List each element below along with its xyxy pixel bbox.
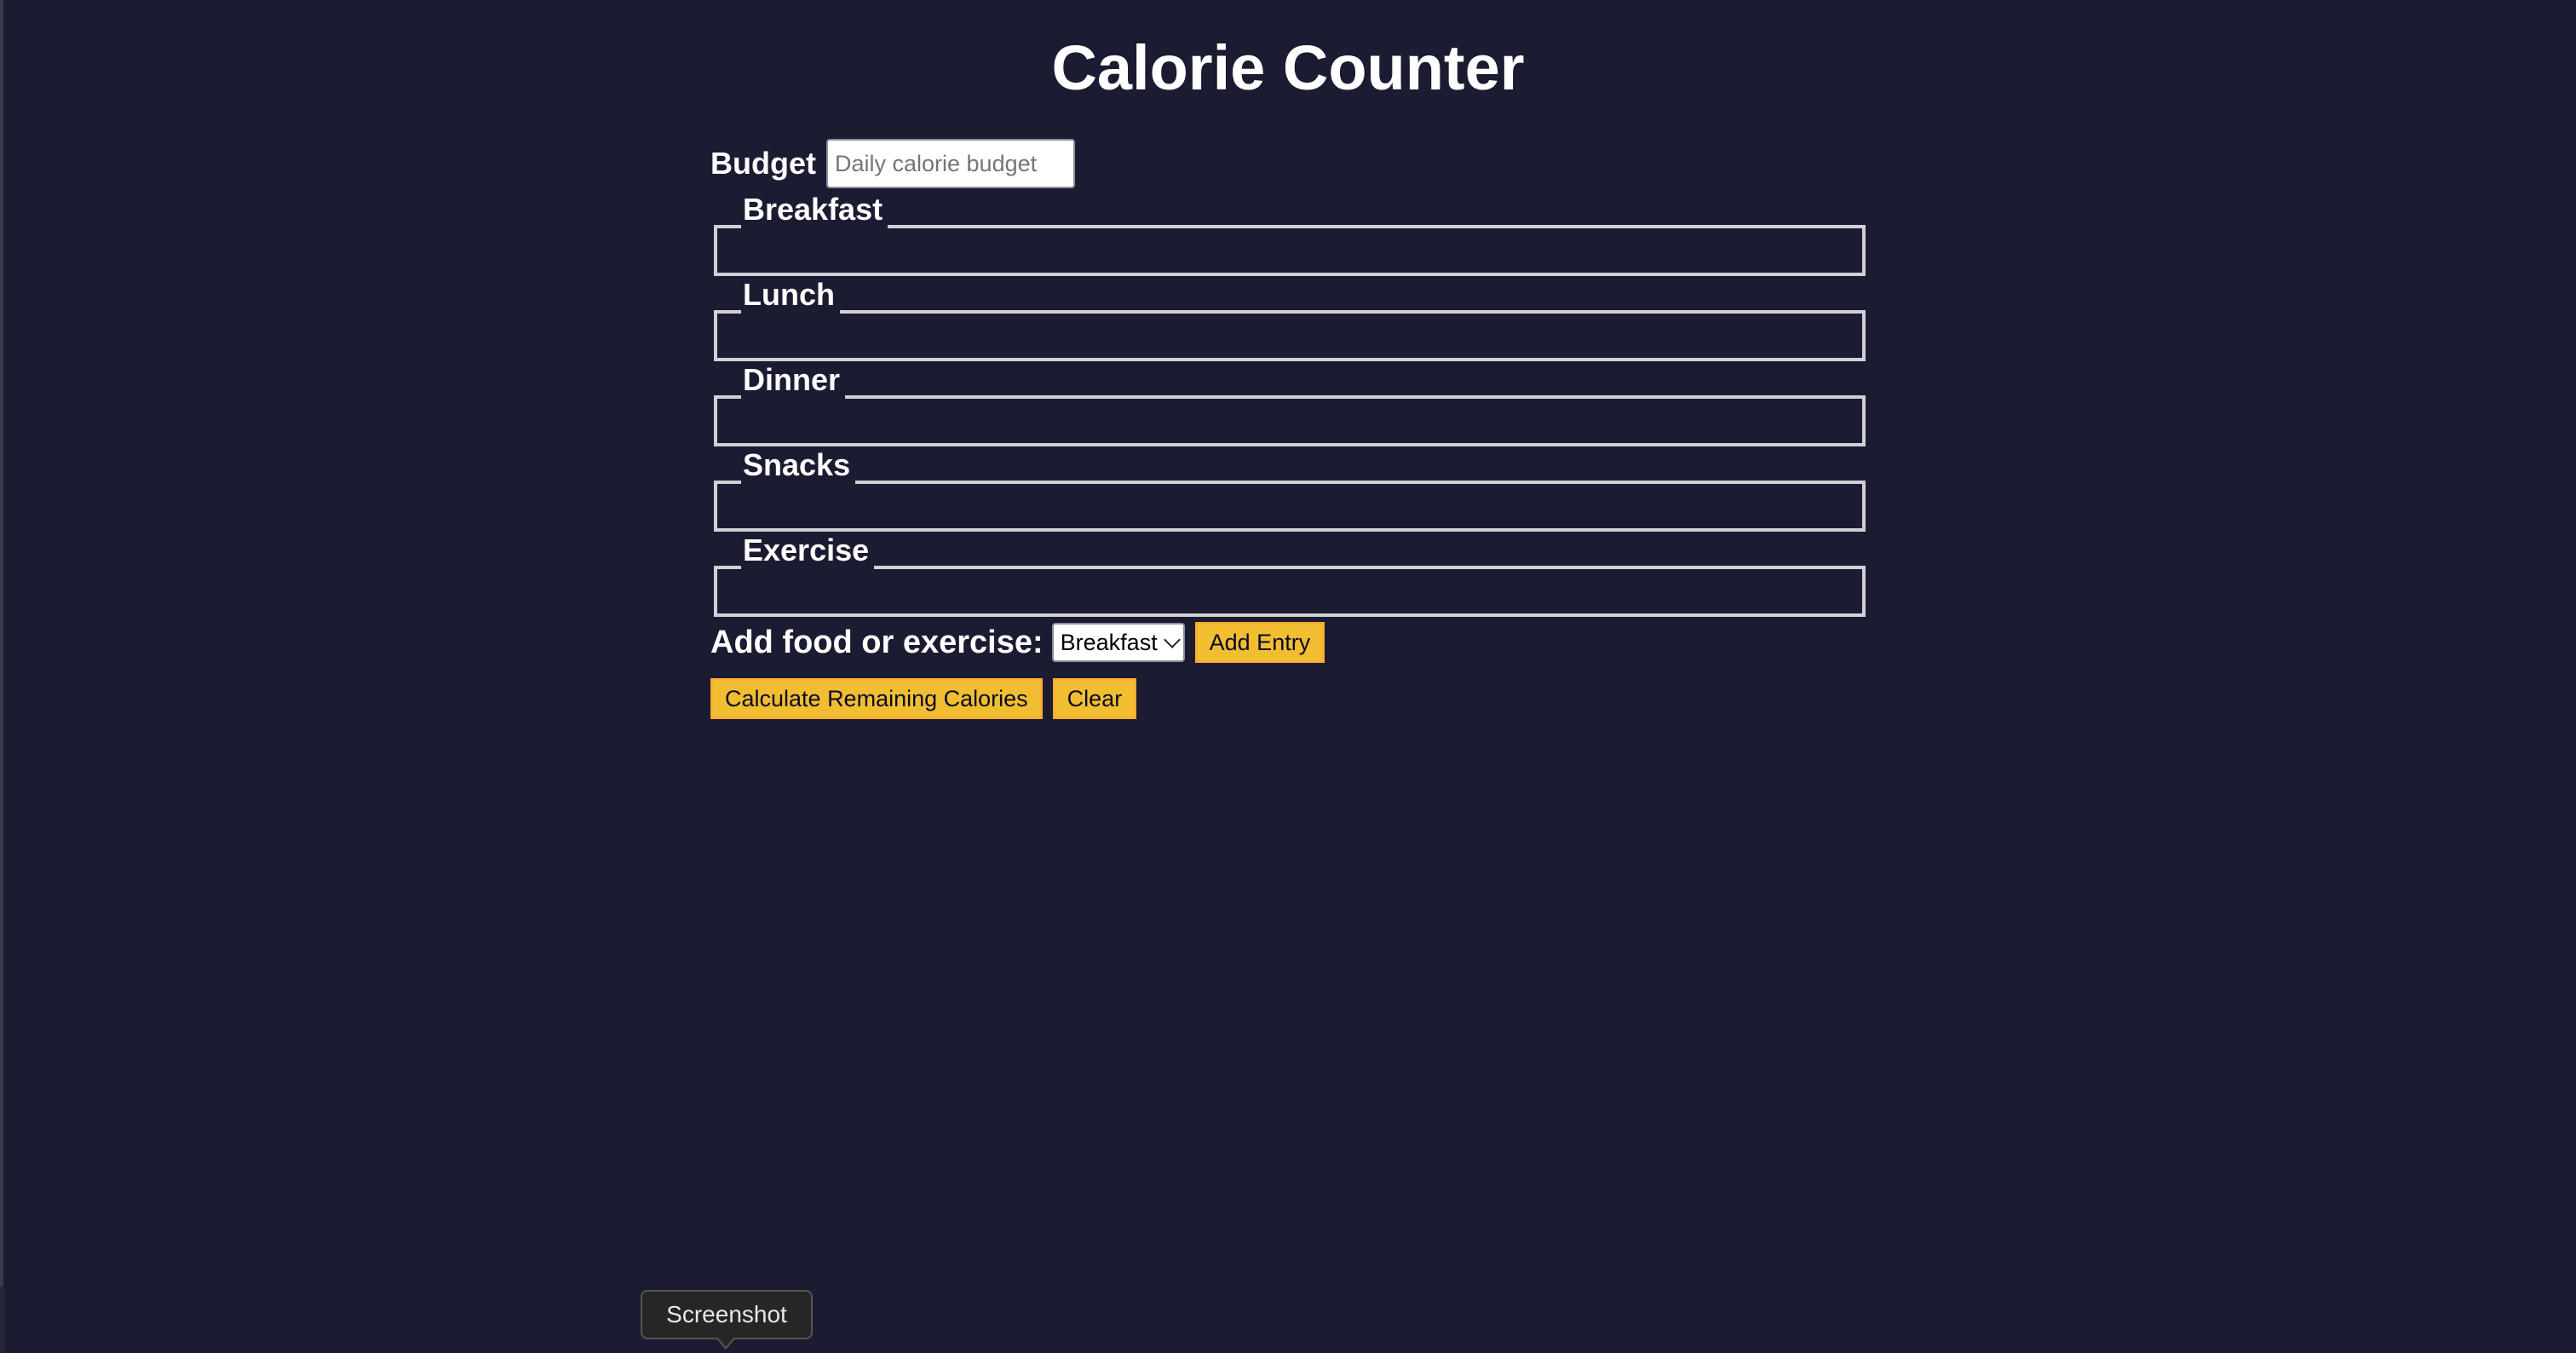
fieldset-legend: Breakfast [741,191,888,228]
fieldset-snacks: Snacks [710,446,1866,532]
entry-type-select[interactable]: Breakfast [1051,623,1185,662]
calorie-form: Budget Breakfast Lunch Dinner Snacks Exe… [710,136,1866,719]
clear-button[interactable]: Clear [1052,678,1137,719]
screenshot-tooltip: Screenshot [641,1290,813,1339]
add-entry-button[interactable]: Add Entry [1194,622,1325,663]
window-edge-bottom [0,1287,5,1353]
add-entry-row: Add food or exercise: Breakfast Add Entr… [710,617,1866,668]
fieldset-border [714,395,1866,446]
fieldset-legend: Snacks [741,446,856,484]
fieldset-legend: Lunch [741,276,840,314]
fieldset-dinner: Dinner [710,361,1866,446]
fieldset-border [714,481,1866,532]
fieldset-legend: Exercise [741,532,875,569]
window-edge [0,0,3,1353]
fieldset-border [714,310,1866,361]
fieldset-exercise: Exercise [710,532,1866,617]
action-buttons: Calculate Remaining Calories Clear [710,678,1866,719]
budget-label: Budget [710,146,816,181]
fieldset-legend: Dinner [741,361,846,399]
calculate-button[interactable]: Calculate Remaining Calories [710,678,1043,719]
chevron-down-icon [1163,631,1181,648]
page-title: Calorie Counter [1051,32,1525,103]
fieldset-breakfast: Breakfast [710,191,1866,276]
fieldset-border [714,225,1866,276]
budget-row: Budget [710,136,1866,191]
entry-type-selected: Breakfast [1060,629,1158,655]
budget-input[interactable] [825,139,1075,188]
fieldset-border [714,566,1866,617]
fieldset-lunch: Lunch [710,276,1866,361]
tooltip-arrow-inner [717,1337,734,1347]
add-entry-label: Add food or exercise: [710,624,1044,660]
